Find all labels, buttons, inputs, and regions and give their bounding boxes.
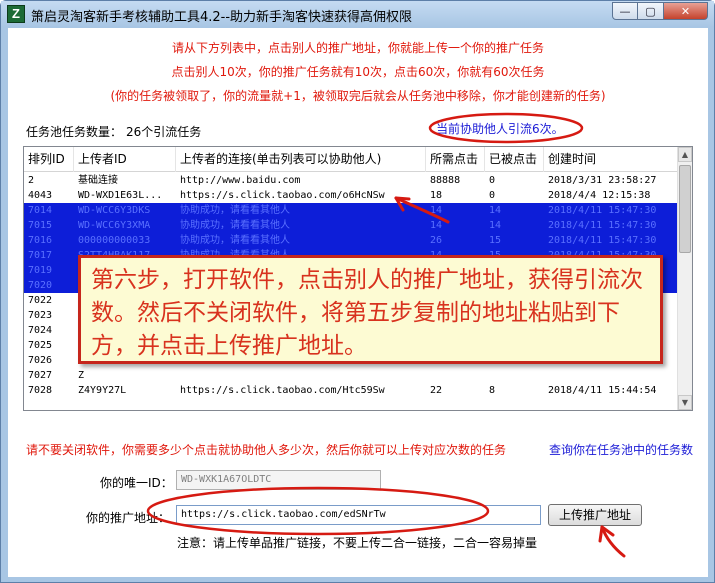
cell-required: 18	[430, 190, 443, 201]
scroll-down-icon[interactable]: ▼	[678, 395, 692, 410]
cell-required: 22	[430, 385, 443, 396]
promo-url-input[interactable]: https://s.click.taobao.com/edSNrTw	[176, 505, 541, 525]
cell-uploader: 000000000033	[78, 235, 151, 246]
column-header-created[interactable]: 创建时间	[544, 147, 678, 172]
cell-id: 7019	[28, 265, 53, 276]
cell-link: http://www.baidu.com	[180, 175, 301, 186]
cell-uploader: Z4Y9Y27L	[78, 385, 127, 396]
instruction-line-3: (你的任务被领取了，你的流量就+1，被领取完后就会从任务池中移除，你才能创建新的…	[110, 89, 606, 103]
cell-clicked: 14	[489, 205, 502, 216]
scroll-up-icon[interactable]: ▲	[678, 147, 692, 162]
cell-id: 7017	[28, 250, 53, 261]
vertical-scrollbar[interactable]: ▲ ▼	[677, 147, 692, 410]
column-header-clicked[interactable]: 已被点击	[485, 147, 544, 172]
cell-created: 2018/4/4 12:15:38	[548, 190, 651, 201]
cell-created: 2018/4/11 15:47:30	[548, 220, 657, 231]
table-row[interactable]: 7014 WD-WCC6Y3DKS 协助成功，请看看其他人 14 14 2018/4/11…	[24, 203, 678, 218]
cell-required: 88888	[430, 175, 461, 186]
cell-link: 协助成功，请看看其他人	[180, 205, 290, 216]
uid-field: WD-WXK1A67OLDTC	[176, 470, 381, 490]
cell-required: 14	[430, 205, 443, 216]
promo-url-label: 你的推广地址：	[86, 511, 171, 525]
cell-uploader: WD-WCC6Y3DKS	[78, 205, 151, 216]
query-task-link[interactable]: 查询你在任务池中的任务数	[549, 441, 693, 458]
pool-count-value: 26个引流任务	[126, 125, 202, 139]
cell-clicked: 14	[489, 220, 502, 231]
column-header-required[interactable]: 所需点击	[426, 147, 485, 172]
cell-link: https://s.click.taobao.com/Htc59Sw	[180, 385, 385, 396]
cell-created	[544, 368, 678, 383]
pool-count-label: 任务池任务数量：	[26, 125, 123, 139]
cell-clicked	[485, 368, 544, 383]
table-row[interactable]: 7028 Z4Y9Y27L https://s.click.taobao.com/H…	[24, 383, 678, 398]
cell-link: 协助成功，请看看其他人	[180, 235, 290, 246]
cell-id: 7027	[28, 370, 53, 381]
cell-clicked: 15	[489, 235, 502, 246]
cell-uploader: Z	[78, 370, 85, 381]
column-header-uploader[interactable]: 上传者ID	[74, 147, 176, 172]
app-logo-icon: Z	[7, 5, 25, 23]
title-bar[interactable]: Z 箫启灵淘客新手考核辅助工具4.2--助力新手淘客快速获得高佣权限 — ▢ ✕	[1, 1, 714, 27]
cell-link	[176, 368, 426, 383]
instruction-line-1: 请从下方列表中，点击别人的推广地址，你就能上传一个你的推广任务	[171, 41, 544, 55]
cell-id: 7025	[28, 340, 53, 351]
cell-id: 7024	[28, 325, 53, 336]
cell-created: 2018/3/31 23:58:27	[548, 175, 657, 186]
cell-clicked: 0	[489, 190, 496, 201]
cell-id: 7026	[28, 355, 53, 366]
window-controls: — ▢ ✕	[612, 2, 708, 20]
cell-created: 2018/4/11 15:44:54	[548, 385, 657, 396]
cell-id: 7028	[28, 385, 53, 396]
cell-id: 7023	[28, 310, 53, 321]
column-header-link[interactable]: 上传者的连接(单击列表可以协助他人)	[176, 147, 426, 172]
cell-id: 2	[28, 175, 35, 186]
help-count-text: 当前协助他人引流6次。	[436, 122, 564, 136]
cell-id: 7016	[28, 235, 53, 246]
cell-required: 14	[430, 220, 443, 231]
minimize-button[interactable]: —	[612, 2, 638, 20]
cell-id: 7014	[28, 205, 53, 216]
cell-id: 7020	[28, 280, 53, 291]
maximize-button[interactable]: ▢	[638, 2, 664, 20]
column-header-id[interactable]: 排列ID	[24, 147, 74, 172]
cell-clicked: 8	[489, 385, 496, 396]
table-row[interactable]: 4043 WD-WXD1E63L... https://s.click.taobao…	[24, 188, 678, 203]
uid-label: 你的唯一ID：	[100, 476, 173, 490]
note-text: 注意：请上传单品推广链接，不要上传二合一链接，二合一容易掉量	[177, 536, 538, 550]
cell-uploader: WD-WCC6Y3XMA	[78, 220, 151, 231]
cell-link: 协助成功，请看看其他人	[180, 220, 290, 231]
table-row[interactable]: 7027 Z	[24, 368, 678, 383]
warning-text: 请不要关闭软件，你需要多少个点击就协助他人多少次，然后你就可以上传对应次数的任务	[26, 443, 507, 457]
cell-id: 7022	[28, 295, 53, 306]
cell-uploader: WD-WXD1E63L...	[78, 190, 163, 201]
table-row[interactable]: 2 基础连接 http://www.baidu.com 88888 0 2018/3/31…	[24, 173, 678, 188]
cell-created: 2018/4/11 15:47:30	[548, 235, 657, 246]
table-header: 排列ID 上传者ID 上传者的连接(单击列表可以协助他人) 所需点击 已被点击 …	[24, 147, 678, 172]
instruction-line-2: 点击别人10次，你的推广任务就有10次，点击60次，你就有60次任务	[171, 65, 545, 79]
window-title: 箫启灵淘客新手考核辅助工具4.2--助力新手淘客快速获得高佣权限	[31, 10, 413, 25]
cell-uploader: 基础连接	[78, 175, 118, 186]
cell-id: 7015	[28, 220, 53, 231]
table-row[interactable]: 7015 WD-WCC6Y3XMA 协助成功，请看看其他人 14 14 2018/4/11…	[24, 218, 678, 233]
scroll-thumb[interactable]	[679, 165, 691, 253]
cell-created: 2018/4/11 15:47:30	[548, 205, 657, 216]
cell-clicked: 0	[489, 175, 496, 186]
tutorial-annotation: 第六步，打开软件，点击别人的推广地址，获得引流次数。然后不关闭软件，将第五步复制…	[78, 255, 663, 364]
cell-link: https://s.click.taobao.com/o6HcNSw	[180, 190, 385, 201]
close-button[interactable]: ✕	[664, 2, 708, 20]
cell-id: 4043	[28, 190, 53, 201]
cell-required: 26	[430, 235, 443, 246]
cell-required	[426, 368, 485, 383]
upload-promo-button[interactable]: 上传推广地址	[548, 504, 642, 526]
table-row[interactable]: 7016 000000000033 协助成功，请看看其他人 26 15 2018/4/11…	[24, 233, 678, 248]
